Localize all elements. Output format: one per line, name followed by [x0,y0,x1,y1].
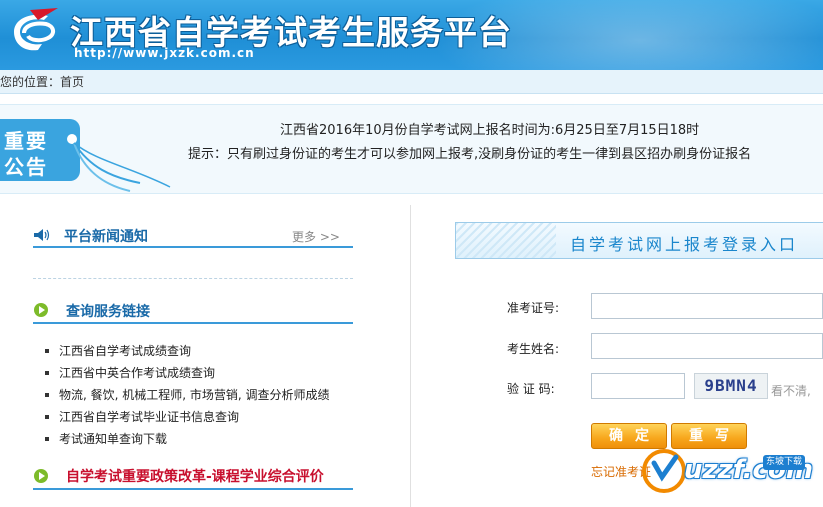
speaker-icon [34,229,50,241]
news-more-link[interactable]: 更多 >> [292,228,340,245]
captcha-input[interactable] [591,373,685,399]
login-header-stripes [456,223,556,258]
links-title-underline [33,322,353,324]
news-title-underline [33,246,353,248]
watermark-tag: 东坡下载 [763,455,806,470]
links-section-title: 查询服务链接 [66,304,150,320]
login-title: 自学考试网上报考登录入口 [570,235,799,254]
column-divider [410,205,411,507]
student-name-input[interactable] [591,333,823,359]
breadcrumb: 您的位置：首页 [0,70,823,94]
exam-number-label: 准考证号: [507,301,560,315]
student-name-label: 考生姓名: [507,342,560,356]
query-link-list: 江西省自学考试成绩查询 江西省中英合作考试成绩查询 物流, 餐饮, 机械工程师,… [45,340,330,450]
query-link-item[interactable]: 江西省自学考试成绩查询 [45,340,330,362]
captcha-image[interactable]: 9BMN4 [694,373,768,399]
reset-button[interactable]: 重写 [671,423,747,449]
query-link-item[interactable]: 物流, 餐饮, 机械工程师, 市场营销, 调查分析师成绩 [45,384,330,406]
breadcrumb-home-link[interactable]: 首页 [60,75,84,89]
policy-title-underline [33,488,353,490]
news-section-title: 平台新闻通知 [64,229,148,245]
ribbon-decoration-icon [65,132,171,192]
captcha-refresh-link[interactable]: 看不清, [771,382,811,399]
breadcrumb-prefix: 您的位置： [0,75,61,89]
play-bullet-icon [34,303,48,317]
query-link-item[interactable]: 江西省中英合作考试成绩查询 [45,362,330,384]
site-url[interactable]: http://www.jxzk.com.cn [74,46,255,60]
policy-section-title[interactable]: 自学考试重要政策改革-课程学业综合评价 [66,466,324,486]
captcha-label: 验 证 码: [507,382,555,396]
notice-text-line1: 江西省2016年10月份自学考试网上报名时间为:6月25日至7月15日18时 [280,123,700,138]
exam-number-input[interactable] [591,293,823,319]
notice-panel: 重要 公告 江西省2016年10月份自学考试网上报名时间为:6月25日至7月15… [0,104,823,194]
section-divider [33,278,353,279]
notice-badge-line2: 公告 [4,155,48,179]
site-logo-icon[interactable] [8,6,62,58]
query-link-item[interactable]: 江西省自学考试毕业证书信息查询 [45,406,330,428]
login-header: 自学考试网上报考登录入口 [455,222,823,259]
confirm-button[interactable]: 确定 [591,423,667,449]
notice-badge-line1: 重要 [4,129,48,153]
play-bullet-icon [34,469,48,483]
notice-text-line2: 提示：只有刷过身份证的考生才可以参加网上报考,没刷身份证的考生一律到县区招办刷身… [188,147,752,162]
query-link-item[interactable]: 考试通知单查询下载 [45,428,330,450]
site-header: 江西省自学考试考生服务平台 http://www.jxzk.com.cn [0,0,823,70]
